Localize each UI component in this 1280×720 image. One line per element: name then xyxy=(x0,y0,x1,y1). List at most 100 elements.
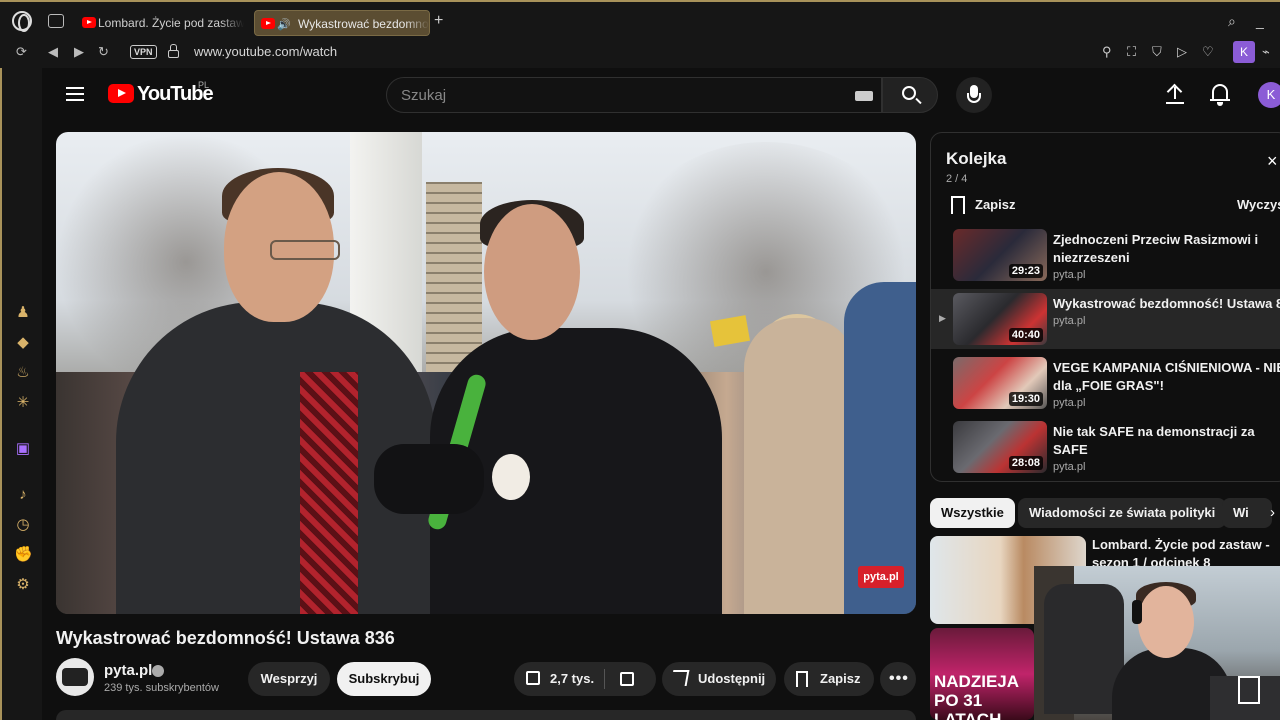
pin-icon[interactable]: ⚲ xyxy=(1102,44,1112,60)
url-field[interactable]: www.youtube.com/watch xyxy=(194,44,337,59)
tab-search-icon[interactable]: ⌕ xyxy=(1228,13,1236,30)
queue-panel: Kolejka 2 / 4 × Zapisz Wyczyść 29:23 Zje… xyxy=(930,132,1280,482)
queue-thumbnail: 19:30 xyxy=(953,357,1047,409)
queue-item-title: VEGE KAMPANIA CIŚNIENIOWA - NIE dla „FOI… xyxy=(1053,360,1280,393)
queue-item-current[interactable]: ▶ 40:40 Wykastrować bezdomność! Ustawa 8… xyxy=(931,289,1280,349)
dislike-icon[interactable] xyxy=(620,672,634,686)
diamond-icon[interactable]: ◆ xyxy=(14,334,32,352)
chevron-right-icon[interactable]: › xyxy=(1270,504,1275,521)
queue-item-channel: pyta.pl xyxy=(1053,269,1086,281)
search-box xyxy=(386,77,882,113)
bookmark-icon xyxy=(796,671,808,687)
video-duration: 28:08 xyxy=(1008,456,1043,470)
refresh-icon[interactable]: ↻ xyxy=(98,44,109,60)
like-icon[interactable] xyxy=(526,671,540,685)
shield-icon[interactable]: ⛉ xyxy=(1152,44,1162,60)
search-icon xyxy=(902,86,916,100)
like-count[interactable]: 2,7 tys. xyxy=(550,662,594,696)
search-input[interactable] xyxy=(401,78,841,112)
back-icon[interactable]: ◀ xyxy=(48,44,58,60)
vpn-badge[interactable]: VPN xyxy=(130,45,157,59)
description-box[interactable] xyxy=(56,710,916,720)
search-button[interactable] xyxy=(882,77,938,113)
queue-item[interactable]: 19:30 VEGE KAMPANIA CIŚNIENIOWA - NIE dl… xyxy=(931,353,1280,413)
share-button[interactable]: Udostępnij xyxy=(662,662,776,696)
tab-overview-icon[interactable] xyxy=(48,14,64,28)
queue-item-channel: pyta.pl xyxy=(1053,397,1086,409)
chip-more[interactable]: Wi xyxy=(1222,498,1272,528)
channel-name[interactable]: pyta.pl xyxy=(104,662,152,679)
queue-position: 2 / 4 xyxy=(946,173,968,185)
microphone-icon xyxy=(967,85,981,103)
channel-watermark: pyta.pl xyxy=(858,566,904,588)
queue-save-button[interactable]: Zapisz xyxy=(975,197,1015,212)
forward-icon[interactable]: ▶ xyxy=(74,44,84,60)
heart-icon[interactable]: ♡ xyxy=(1202,44,1214,60)
bookmark-icon[interactable] xyxy=(951,196,965,214)
more-actions-button[interactable]: ••• xyxy=(880,662,916,696)
close-icon[interactable]: × xyxy=(1267,151,1278,172)
video-frame: pyta.pl xyxy=(56,132,916,614)
play-icon[interactable]: ▷ xyxy=(1177,44,1187,60)
address-bar: ⟳ ◀ ▶ ↻ VPN www.youtube.com/watch ⚲ ⛶ ⛉ … xyxy=(0,40,1280,68)
more-icon: ••• xyxy=(889,670,909,687)
save-button[interactable]: Zapisz xyxy=(784,662,874,696)
queue-thumbnail: 29:23 xyxy=(953,229,1047,281)
video-duration: 40:40 xyxy=(1008,328,1043,342)
profile-avatar[interactable]: K xyxy=(1233,41,1255,63)
like-dislike-group: 2,7 tys. xyxy=(514,662,656,696)
opera-sidebar: ♟ ◆ ♨ ✳ ▣ ♪ ◷ ✊ ⚙ xyxy=(0,68,42,720)
lock-icon[interactable] xyxy=(168,44,179,58)
video-title: Wykastrować bezdomność! Ustawa 836 xyxy=(56,628,395,648)
support-button[interactable]: Wesprzyj xyxy=(248,662,330,696)
menu-icon[interactable] xyxy=(66,87,84,101)
chip-politics[interactable]: Wiadomości ze świata polityki xyxy=(1018,498,1227,528)
queue-item[interactable]: 29:23 Zjednoczeni Przeciw Rasizmowi i ni… xyxy=(931,225,1280,285)
queue-item[interactable]: 28:08 Nie tak SAFE na demonstracji za SA… xyxy=(931,417,1280,477)
recommendation-thumbnail[interactable]: NADZIEJA PO 31 LATACH xyxy=(930,628,1034,720)
chess-icon[interactable]: ♟ xyxy=(14,304,32,322)
browser-tab-bar: Lombard. Życie pod zastaw 🔊 Wykastrować … xyxy=(0,0,1280,40)
new-tab-button[interactable]: + xyxy=(434,12,443,30)
channel-avatar[interactable] xyxy=(56,658,94,696)
clock-icon[interactable]: ◷ xyxy=(14,516,32,534)
speaker-icon[interactable]: 🔊 xyxy=(277,19,291,31)
video-player[interactable]: pyta.pl xyxy=(56,132,916,614)
keyboard-icon[interactable] xyxy=(855,91,873,101)
queue-item-title: Wykastrować bezdomność! Ustawa 836 xyxy=(1053,296,1280,311)
subscriber-count: 239 tys. subskrybentów xyxy=(104,682,219,694)
subscribe-button[interactable]: Subskrybuj xyxy=(337,662,431,696)
notifications-icon[interactable] xyxy=(1210,84,1230,101)
browser-tab-active[interactable]: 🔊 Wykastrować bezdomność! xyxy=(254,10,430,36)
spider-icon[interactable]: ✳ xyxy=(14,394,32,412)
queue-clear-button[interactable]: Wyczyść xyxy=(1237,197,1280,212)
queue-item-channel: pyta.pl xyxy=(1053,461,1086,473)
account-avatar[interactable]: K xyxy=(1258,82,1280,108)
share-icon xyxy=(670,670,690,686)
cauldron-icon[interactable]: ♨ xyxy=(14,364,32,382)
chip-all[interactable]: Wszystkie xyxy=(930,498,1015,528)
voice-search-button[interactable] xyxy=(956,77,992,113)
youtube-logo-icon[interactable] xyxy=(108,84,134,103)
queue-item-title: Zjednoczeni Przeciw Rasizmowi i niezrzes… xyxy=(1053,232,1259,265)
guitar-icon[interactable]: ♪ xyxy=(14,486,32,504)
headset-icon xyxy=(1132,600,1142,624)
reload-icon[interactable]: ⟳ xyxy=(16,44,27,60)
country-code: PL xyxy=(198,80,210,90)
browser-tab-lombard[interactable]: Lombard. Życie pod zastaw xyxy=(76,10,244,36)
thumbnail-text: NADZIEJA PO 31 LATACH xyxy=(934,672,1019,720)
queue-thumbnail: 28:08 xyxy=(953,421,1047,473)
fist-icon[interactable]: ✊ xyxy=(14,546,33,564)
queue-item-title: Nie tak SAFE na demonstracji za SAFE xyxy=(1053,424,1255,457)
youtube-favicon-icon xyxy=(82,17,96,28)
upload-icon[interactable] xyxy=(1166,84,1184,104)
extensions-icon[interactable]: ⌁ xyxy=(1262,44,1270,60)
queue-item-channel: pyta.pl xyxy=(1053,315,1086,327)
verified-icon xyxy=(152,665,164,677)
twitch-icon[interactable]: ▣ xyxy=(14,440,32,458)
snapshot-icon[interactable]: ⛶ xyxy=(1127,44,1136,60)
save-label: Zapisz xyxy=(820,671,861,686)
opera-menu-icon[interactable] xyxy=(12,11,32,32)
settings-gear-icon[interactable]: ⚙ xyxy=(14,576,32,594)
minimize-icon[interactable]: _ xyxy=(1256,13,1264,29)
